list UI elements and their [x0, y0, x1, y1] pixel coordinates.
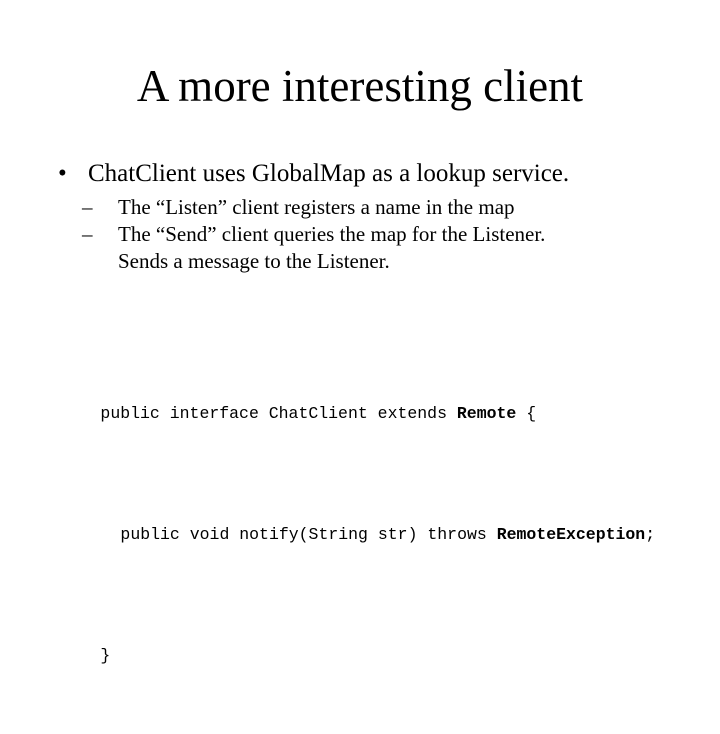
sub-bullet-send-label: The “Send” client queries the map for th…: [118, 221, 546, 246]
page-title: A more interesting client: [136, 61, 584, 111]
bullet-level1-label: ChatClient uses GlobalMap as a lookup se…: [88, 160, 570, 187]
code-text-plain: public interface ChatClient extends: [100, 404, 457, 424]
bullet-item-level1: • ChatClient uses GlobalMap as a lookup …: [0, 158, 720, 190]
sub-bullet-listen-label: The “Listen” client registers a name in …: [118, 194, 515, 219]
sub-bullet-item-listen: – The “Listen” client registers a name i…: [0, 194, 720, 221]
code-text-plain: }: [100, 646, 111, 665]
sub-bullet-list: – The “Listen” client registers a name i…: [0, 194, 720, 276]
sub-bullet-send-label-continued: Sends a message to the Listener.: [118, 249, 390, 274]
bullet-dash-icon: –: [82, 194, 93, 219]
code-text-plain: public void notify(String str) throws: [120, 525, 497, 545]
bullet-dash-icon: –: [82, 221, 93, 246]
code-text-bold-remoteexception: RemoteException: [496, 525, 646, 545]
code-text-plain: ;: [645, 525, 656, 545]
sub-bullet-item-send: – The “Send” client queries the map for …: [0, 221, 720, 276]
bullet-dot-icon: •: [58, 160, 67, 187]
code-line-closing-brace: }: [0, 630, 720, 682]
slide-canvas: A more interesting client • ChatClient u…: [0, 0, 720, 664]
code-text-plain: {: [516, 404, 537, 424]
slide-body: • ChatClient uses GlobalMap as a lookup …: [0, 158, 720, 275]
code-line-interface-declaration: public interface ChatClient extends Remo…: [0, 388, 720, 457]
code-line-method-declaration: public void notify(String str) throws Re…: [0, 509, 720, 578]
code-snippet: public interface ChatClient extends Remo…: [0, 336, 720, 734]
code-text-bold-remote: Remote: [456, 404, 517, 424]
